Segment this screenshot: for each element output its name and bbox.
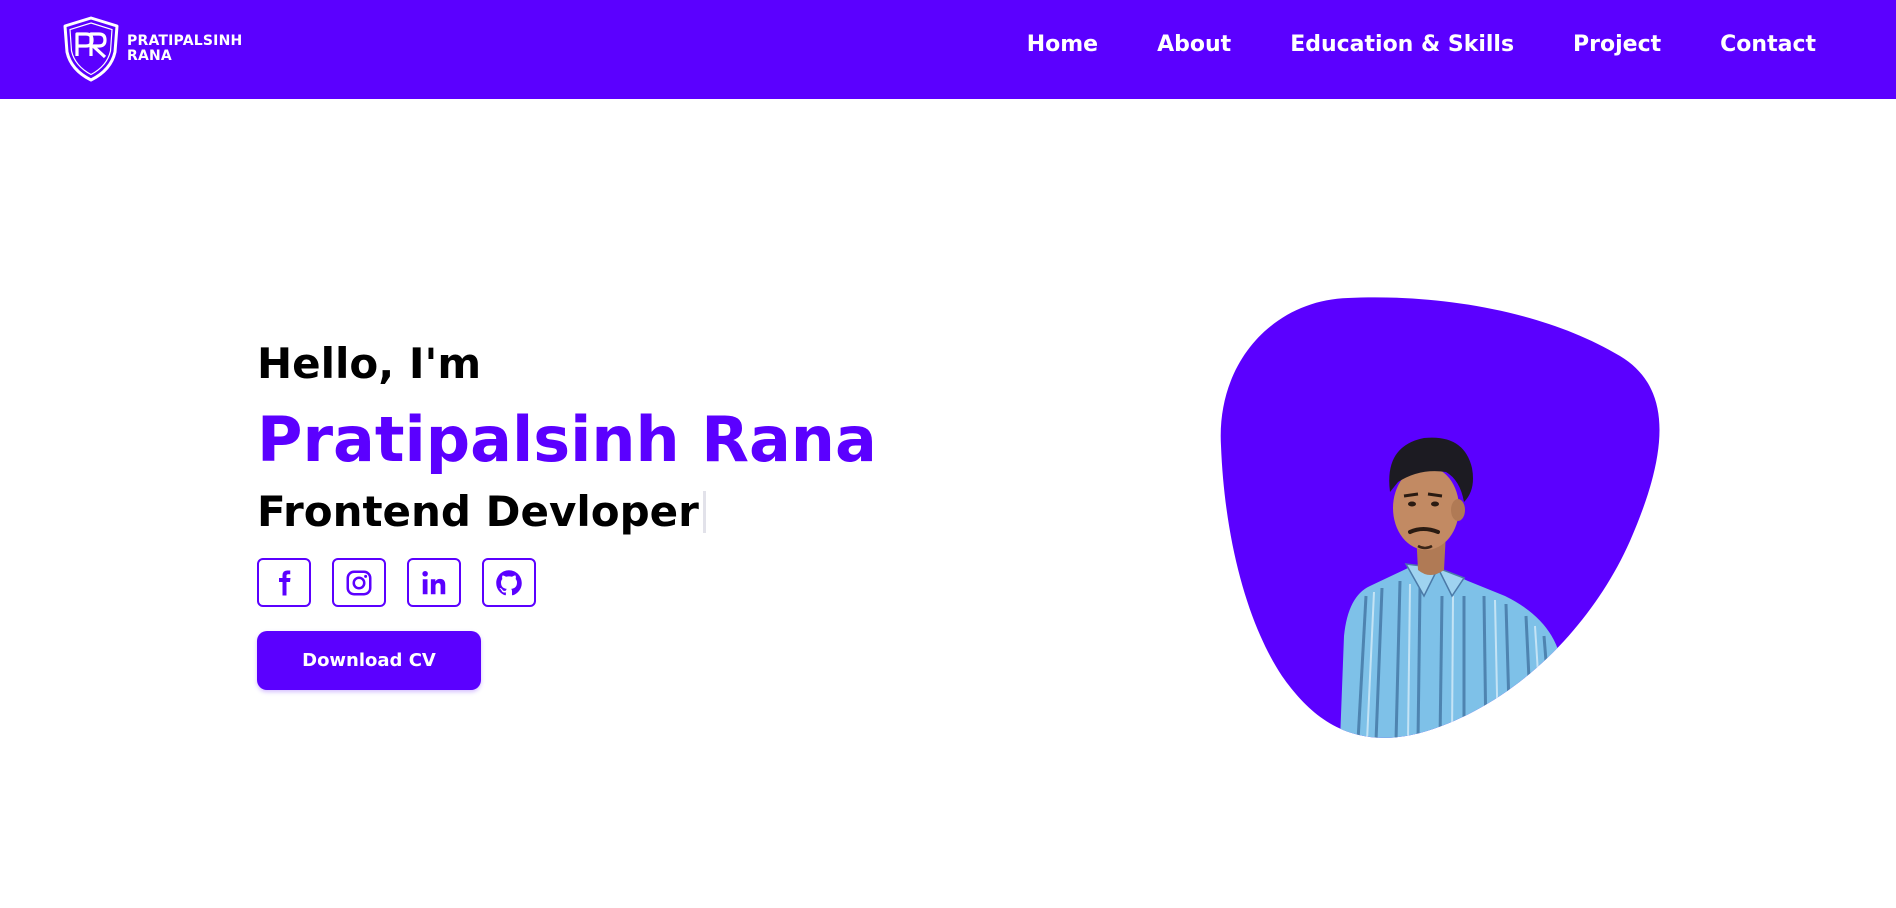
linkedin-icon — [422, 570, 446, 594]
nav-link-education-skills[interactable]: Education & Skills — [1290, 32, 1514, 57]
nav-link-home[interactable]: Home — [1027, 32, 1098, 57]
brand-name-line2: RANA — [127, 48, 172, 64]
github-link[interactable] — [482, 558, 536, 607]
hero-greeting: Hello, I'm — [257, 339, 482, 388]
typing-caret — [702, 491, 706, 533]
brand-logo[interactable]: PRATIPALSINH RANA — [61, 16, 242, 82]
hero-portrait — [1220, 296, 1665, 739]
shield-logo-icon — [63, 16, 119, 82]
brand-name-line1: PRATIPALSINH — [127, 33, 243, 49]
nav-link-about[interactable]: About — [1157, 32, 1231, 57]
hero-intro: Hello, I'm Pratipalsinh Rana Frontend De… — [257, 336, 877, 690]
download-cv-button[interactable]: Download CV — [257, 631, 481, 690]
social-links — [257, 558, 877, 607]
facebook-link[interactable] — [257, 558, 311, 607]
portrait-photo — [1220, 297, 1660, 738]
main-nav: Home About Education & Skills Project Co… — [968, 0, 1816, 99]
nav-link-contact[interactable]: Contact — [1720, 32, 1816, 57]
nav-link-project[interactable]: Project — [1573, 32, 1661, 57]
instagram-link[interactable] — [332, 558, 386, 607]
hero-name: Pratipalsinh Rana — [257, 403, 877, 476]
github-icon — [496, 569, 522, 595]
top-navbar: PRATIPALSINH RANA Home About Education &… — [0, 0, 1896, 99]
hero-role: Frontend Devloper — [257, 487, 699, 536]
brand-name: PRATIPALSINH RANA — [127, 34, 242, 64]
linkedin-link[interactable] — [407, 558, 461, 607]
hero-role-line: Frontend Devloper — [257, 484, 877, 540]
instagram-icon — [346, 570, 372, 595]
facebook-icon — [279, 570, 291, 595]
